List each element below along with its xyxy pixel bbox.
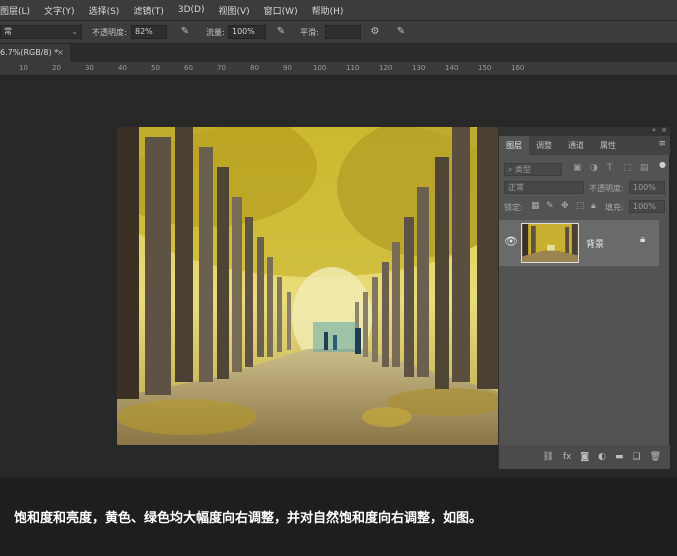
menu-select[interactable]: 选择(S) (82, 4, 127, 17)
lock-icon: 🔒︎ (640, 234, 646, 245)
folder-icon[interactable]: ▬ (615, 452, 624, 462)
filter-toggle-icon[interactable]: ● (659, 160, 666, 169)
ruler-tick: 150 (478, 64, 492, 72)
document-tab-bar: 6.7%(RGB/8) * × (0, 44, 677, 62)
panel-menu-icon[interactable]: ≡ (658, 139, 666, 149)
filter-pixel-icon[interactable]: ▣ (573, 163, 582, 173)
caption-bar: 饱和度和亮度，黄色、绿色均大幅度向右调整，并对自然饱和度向右调整，如图。 (0, 478, 677, 556)
ruler-tick: 40 (118, 64, 127, 72)
filter-adjustment-icon[interactable]: ◑ (590, 163, 598, 173)
filter-type-icon[interactable]: T (607, 163, 613, 173)
layer-opacity-value: 100% (633, 183, 656, 192)
search-icon: ⌕ (508, 165, 513, 174)
filter-smart-object-icon[interactable]: ▤ (640, 163, 649, 173)
ruler-tick: 90 (283, 64, 292, 72)
opacity-value: 82% (135, 27, 153, 36)
chevron-down-icon: ⌄ (71, 27, 78, 36)
fill-value: 100% (633, 202, 656, 211)
lock-label: 锁定: (504, 203, 523, 212)
gear-icon[interactable]: ⚙ (368, 25, 382, 39)
tab-layers[interactable]: 图层 (499, 136, 529, 155)
menu-filter[interactable]: 滤镜(T) (126, 4, 171, 17)
visibility-eye-icon[interactable]: 👁︎ (504, 235, 518, 248)
document-photo[interactable] (117, 127, 498, 445)
filter-kind-value: 类型 (515, 165, 532, 174)
lock-all-icon[interactable]: 🔒︎ (591, 201, 596, 211)
ruler-tick: 100 (313, 64, 327, 72)
document-tab-title: 6.7%(RGB/8) * (0, 48, 59, 57)
document-tab[interactable]: 6.7%(RGB/8) * × (0, 44, 70, 62)
opacity-label: 不透明度: (92, 28, 127, 37)
ruler-tick: 10 (19, 64, 28, 72)
flow-label: 流量: (206, 28, 225, 37)
ruler-tick: 50 (151, 64, 160, 72)
options-bar: 常 ⌄ 不透明度: 82% ✎ 流量: 100% ✎ 平滑: ⚙ ✎ (0, 20, 677, 43)
fill-field[interactable]: 100% (629, 200, 665, 213)
collapse-icon[interactable]: « (652, 126, 656, 134)
ruler-tick: 30 (85, 64, 94, 72)
ruler-tick: 130 (412, 64, 426, 72)
layers-panel: « × 图层 调整 通道 属性 ≡ ⌕ 类型 ▣ ◑ T ⬚ ▤ ● 正常 不透… (498, 126, 670, 469)
tab-channels[interactable]: 通道 (561, 136, 591, 155)
filter-shape-icon[interactable]: ⬚ (623, 163, 632, 173)
pressure-opacity-icon[interactable]: ✎ (178, 25, 192, 39)
layer-row-background[interactable]: 👁︎ 背景 🔒︎ (499, 220, 659, 266)
ruler-tick: 60 (184, 64, 193, 72)
panel-footer: ⛓ fx ◙ ◐ ▬ ❏ 🗑︎ (499, 445, 670, 469)
ruler-tick: 120 (379, 64, 393, 72)
ruler-tick: 140 (445, 64, 459, 72)
smooth-label: 平滑: (300, 28, 319, 37)
horizontal-ruler: 10 20 30 40 50 60 70 80 90 100 110 120 1… (0, 62, 677, 76)
trash-icon[interactable]: 🗑︎ (650, 452, 661, 462)
menu-bar: 图层(L) 文字(Y) 选择(S) 滤镜(T) 3D(D) 视图(V) 窗口(W… (0, 0, 677, 20)
layer-filter-select[interactable]: ⌕ 类型 (504, 163, 562, 176)
fx-icon[interactable]: fx (563, 452, 572, 462)
adjustment-icon[interactable]: ◐ (598, 452, 606, 462)
layer-blend-mode-value: 正常 (508, 183, 524, 192)
layer-thumbnail (521, 223, 579, 263)
pressure-size-icon[interactable]: ✎ (394, 25, 408, 39)
menu-window[interactable]: 窗口(W) (257, 4, 305, 17)
menu-type[interactable]: 文字(Y) (37, 4, 82, 17)
blend-mode-select[interactable]: 常 ⌄ (0, 25, 82, 39)
layer-blend-mode-select[interactable]: 正常 (504, 181, 584, 194)
panel-tabs: 图层 调整 通道 属性 ≡ (499, 136, 670, 155)
lock-artboard-icon[interactable]: ⬚ (576, 201, 585, 211)
link-icon[interactable]: ⛓ (542, 452, 553, 462)
flow-value: 100% (232, 27, 255, 36)
panel-header: « × (499, 126, 670, 136)
menu-3d[interactable]: 3D(D) (171, 5, 212, 15)
blend-mode-value: 常 (4, 27, 12, 36)
close-icon[interactable]: × (661, 126, 667, 134)
layer-opacity-field[interactable]: 100% (629, 181, 665, 194)
ruler-tick: 160 (511, 64, 525, 72)
menu-layer[interactable]: 图层(L) (0, 4, 37, 17)
ruler-tick: 20 (52, 64, 61, 72)
flow-field[interactable]: 100% (228, 25, 266, 39)
menu-view[interactable]: 视图(V) (211, 4, 256, 17)
new-layer-icon[interactable]: ❏ (632, 452, 640, 462)
lock-transparent-icon[interactable]: ▦ (531, 201, 540, 211)
close-icon[interactable]: × (57, 44, 64, 62)
layer-name: 背景 (586, 240, 605, 250)
smooth-field[interactable] (325, 25, 361, 39)
mask-icon[interactable]: ◙ (580, 452, 589, 462)
airbrush-icon[interactable]: ✎ (274, 25, 288, 39)
fill-label: 填充: (605, 203, 624, 212)
lock-position-icon[interactable]: ✥ (561, 201, 569, 211)
tab-adjustments[interactable]: 调整 (529, 136, 559, 155)
menu-help[interactable]: 帮助(H) (305, 4, 351, 17)
caption-text: 饱和度和亮度，黄色、绿色均大幅度向右调整，并对自然饱和度向右调整，如图。 (14, 511, 483, 526)
ruler-tick: 80 (250, 64, 259, 72)
ruler-tick: 110 (346, 64, 360, 72)
lock-paint-icon[interactable]: ✎ (546, 201, 554, 211)
ruler-tick: 70 (217, 64, 226, 72)
tab-properties[interactable]: 属性 (593, 136, 623, 155)
opacity-field[interactable]: 82% (131, 25, 167, 39)
layer-opacity-label: 不透明度: (589, 184, 624, 193)
